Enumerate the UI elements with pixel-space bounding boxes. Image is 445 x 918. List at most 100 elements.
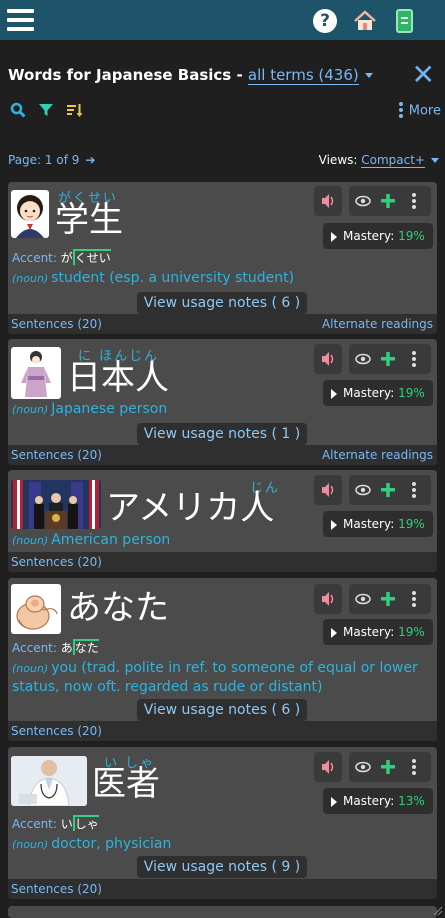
audio-button[interactable] <box>314 752 342 782</box>
definition: (noun) you (trad. polite in ref. to someo… <box>12 659 431 697</box>
page-indicator[interactable]: Page: 1 of 9 ➔ <box>8 153 95 167</box>
mastery-label: Mastery: <box>343 794 395 808</box>
search-icon[interactable] <box>10 102 28 120</box>
eye-icon[interactable] <box>355 195 371 207</box>
sentences-link[interactable]: Sentences (20) <box>11 555 102 569</box>
mastery-button[interactable]: Mastery: 13% <box>323 788 433 814</box>
all-terms-link[interactable]: all terms (436) <box>247 66 359 85</box>
sentences-link[interactable]: Sentences (20) <box>11 317 102 331</box>
accent-kana: がくせい <box>61 249 111 265</box>
part-of-speech: (noun) <box>12 403 49 416</box>
play-triangle-icon <box>331 796 337 807</box>
sentences-link[interactable]: Sentences (20) <box>11 448 102 462</box>
mastery-button[interactable]: Mastery: 19% <box>323 223 433 249</box>
home-icon[interactable] <box>353 9 377 33</box>
audio-button[interactable] <box>314 584 342 614</box>
plus-icon[interactable] <box>381 483 395 497</box>
kebab-menu-icon[interactable] <box>412 482 416 498</box>
help-icon[interactable]: ? <box>313 9 337 33</box>
plus-icon[interactable] <box>381 592 395 606</box>
part-of-speech: (noun) <box>12 534 49 547</box>
resize-handle-icon[interactable] <box>431 904 443 916</box>
close-icon[interactable]: ✕ <box>412 58 435 91</box>
speaker-icon <box>322 483 334 497</box>
meaning-text: doctor, physician <box>51 836 172 852</box>
usage-notes-button[interactable]: View usage notes ( 9 ) <box>137 856 307 878</box>
page-title: Words for Japanese Basics - all terms (4… <box>8 66 373 85</box>
kebab-menu-icon[interactable] <box>412 759 416 775</box>
mastery-percent: 13% <box>398 794 425 808</box>
part-of-speech: (noun) <box>12 272 49 285</box>
pagination-row: Page: 1 of 9 ➔ Views: Compact+ <box>8 150 439 172</box>
accent-kana-high: くせい <box>72 249 111 265</box>
tool-row: More <box>8 100 441 124</box>
part-of-speech: (noun) <box>12 662 49 675</box>
card-actions <box>349 344 431 374</box>
term-card: い しゃ 医者 Mastery: 13% Accent: いしゃ (noun) d… <box>8 747 437 899</box>
plus-icon[interactable] <box>381 352 395 366</box>
audio-button[interactable] <box>314 186 342 216</box>
mastery-percent: 19% <box>398 625 425 639</box>
accent-label: Accent: <box>12 641 57 655</box>
views-dropdown[interactable]: Compact+ <box>361 153 425 168</box>
usage-notes-button[interactable]: View usage notes ( 6 ) <box>137 699 307 721</box>
alternate-readings-link[interactable]: Alternate readings <box>322 317 433 331</box>
book-icon[interactable] <box>396 9 413 33</box>
accent-row: Accent: いしゃ <box>12 815 99 832</box>
hamburger-menu-icon[interactable] <box>7 9 34 31</box>
meaning-text: you (trad. polite in ref. to someone of … <box>12 660 418 695</box>
chevron-down-icon[interactable] <box>431 158 439 163</box>
sort-icon[interactable] <box>66 102 84 120</box>
usage-notes-button[interactable]: View usage notes ( 6 ) <box>137 292 307 314</box>
term-card: がくせい 学生 Mastery: 19% Accent: がくせい (noun)… <box>8 182 437 334</box>
filter-icon[interactable] <box>38 102 56 120</box>
title-bar: Words for Japanese Basics - all terms (4… <box>8 58 437 92</box>
mastery-button[interactable]: Mastery: 19% <box>323 619 433 645</box>
speaker-icon <box>322 194 334 208</box>
plus-icon[interactable] <box>381 194 395 208</box>
kimono-woman-image <box>11 347 61 399</box>
definition: (noun) Japanese person <box>12 400 431 419</box>
speaker-icon <box>322 352 334 366</box>
doctor-image <box>11 756 87 806</box>
eye-icon[interactable] <box>355 353 371 365</box>
eye-icon[interactable] <box>355 484 371 496</box>
accent-kana-low: あ <box>60 641 73 655</box>
audio-button[interactable] <box>314 475 342 505</box>
top-bar: ? <box>0 0 445 40</box>
accent-row: Accent: あなた <box>12 639 99 656</box>
chevron-down-icon[interactable] <box>364 73 373 78</box>
kebab-menu-icon[interactable] <box>412 591 416 607</box>
meaning-text: American person <box>51 532 171 548</box>
card-footer: Sentences (20) <box>8 552 437 572</box>
accent-kana-low: い <box>60 817 73 831</box>
usage-notes-button[interactable]: View usage notes ( 1 ) <box>137 423 307 445</box>
alternate-readings-link[interactable]: Alternate readings <box>322 448 433 462</box>
more-label: More <box>408 103 441 119</box>
card-footer: Sentences (20) Alternate readings <box>8 445 437 465</box>
audio-button[interactable] <box>314 344 342 374</box>
eye-icon[interactable] <box>355 593 371 605</box>
kebab-menu-icon[interactable] <box>412 351 416 367</box>
kebab-menu-icon[interactable] <box>412 193 416 209</box>
sentences-link[interactable]: Sentences (20) <box>11 724 102 738</box>
card-actions <box>349 752 431 782</box>
plus-icon[interactable] <box>381 760 395 774</box>
accent-kana-high: なた <box>72 639 99 655</box>
mastery-percent: 19% <box>398 229 425 243</box>
sentences-link[interactable]: Sentences (20) <box>11 882 102 896</box>
definition: (noun) student (esp. a university student… <box>12 269 431 288</box>
term-card: じん アメリカ人 Mastery: 19% (noun) American per… <box>8 470 437 572</box>
meaning-text: student (esp. a university student) <box>51 270 295 286</box>
page-title-text: Words for Japanese Basics - <box>8 66 248 84</box>
eye-icon[interactable] <box>355 761 371 773</box>
play-triangle-icon <box>331 388 337 399</box>
next-page-arrow-icon[interactable]: ➔ <box>85 153 95 167</box>
term-word: 学生 <box>55 200 123 240</box>
mastery-label: Mastery: <box>343 229 395 243</box>
mastery-label: Mastery: <box>343 386 395 400</box>
meaning-text: Japanese person <box>51 401 168 417</box>
accent-label: Accent: <box>12 817 57 831</box>
more-button[interactable]: More <box>398 102 441 120</box>
more-dots-icon <box>398 102 403 120</box>
